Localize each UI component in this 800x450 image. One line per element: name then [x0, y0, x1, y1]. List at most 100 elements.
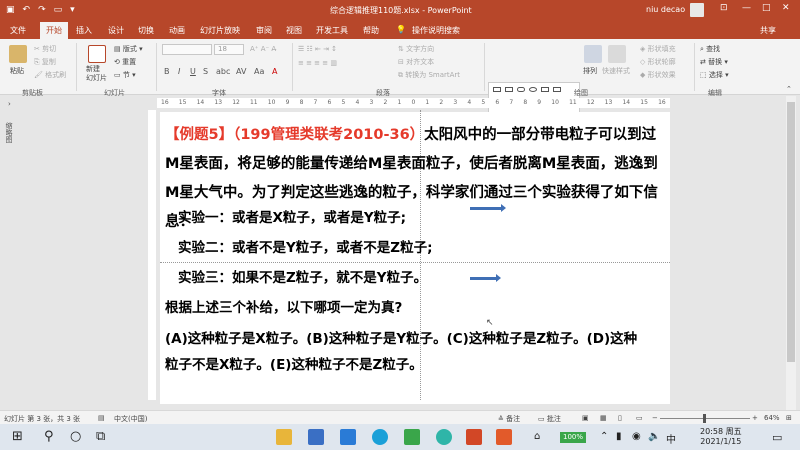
- quick-styles-icon[interactable]: [608, 45, 626, 63]
- rectangle-shape-icon[interactable]: [541, 87, 549, 92]
- tab-design[interactable]: 设计: [108, 25, 124, 36]
- tray-app-icon[interactable]: ◉: [632, 431, 641, 442]
- comments-button[interactable]: ▭ 批注: [538, 414, 561, 424]
- experiment-1[interactable]: 实验一：或者是X粒子，或者是Y粒子;: [178, 206, 406, 226]
- layout-button[interactable]: ▤ 版式 ▾: [114, 44, 143, 54]
- tab-review[interactable]: 审阅: [256, 25, 272, 36]
- bullets-icon[interactable]: ☰ ☷ ⇤ ⇥ ↕: [298, 45, 337, 53]
- align-text-button[interactable]: ⊟ 对齐文本: [398, 57, 434, 67]
- underline-button[interactable]: U: [190, 67, 196, 76]
- reading-view-icon[interactable]: ▯: [618, 414, 622, 422]
- font-name-combo[interactable]: [162, 44, 212, 55]
- replace-button[interactable]: ⇄ 替换 ▾: [700, 57, 728, 67]
- file-explorer-icon[interactable]: [276, 429, 292, 445]
- zoom-level[interactable]: 64%: [764, 414, 780, 422]
- slide-sorter-icon[interactable]: ▦: [600, 414, 607, 422]
- thumbnail-pane[interactable]: ›: [0, 96, 20, 410]
- tab-transitions[interactable]: 切换: [138, 25, 154, 36]
- smartart-button[interactable]: ⧉ 转换为 SmartArt: [398, 70, 460, 80]
- format-painter-button[interactable]: 🖌 格式刷: [34, 70, 66, 80]
- arrow-shape[interactable]: [470, 274, 501, 282]
- app-icon[interactable]: [496, 429, 512, 445]
- options-line-1[interactable]: (A)这种粒子是X粒子。(B)这种粒子是Y粒子。(C)这种粒子是Z粒子。(D)这…: [165, 327, 637, 347]
- maximize-icon[interactable]: □: [762, 3, 771, 13]
- normal-view-icon[interactable]: ▣: [582, 414, 589, 422]
- new-slide-icon[interactable]: [88, 45, 106, 63]
- tab-animations[interactable]: 动画: [169, 25, 185, 36]
- save-icon[interactable]: ▣: [6, 4, 15, 16]
- question-text[interactable]: 根据上述三个补给，以下哪项一定为真?: [165, 296, 402, 316]
- arrange-icon[interactable]: [584, 45, 602, 63]
- tray-chevron-icon[interactable]: ⌃: [600, 431, 608, 442]
- shadow-button[interactable]: S: [203, 67, 208, 76]
- close-icon[interactable]: ✕: [782, 3, 790, 13]
- notification-icon[interactable]: ▭: [772, 431, 782, 444]
- copy-button[interactable]: ⎘ 复制: [34, 57, 56, 67]
- bold-button[interactable]: B: [164, 67, 170, 76]
- slideshow-icon[interactable]: ▭: [636, 414, 643, 422]
- zoom-in-icon[interactable]: +: [752, 414, 758, 422]
- arrange-button[interactable]: 排列: [583, 66, 597, 76]
- browser-icon[interactable]: [404, 429, 420, 445]
- customize-qat-icon[interactable]: ▾: [70, 4, 75, 16]
- vertical-scrollbar[interactable]: [786, 96, 796, 410]
- tab-insert[interactable]: 插入: [76, 25, 92, 36]
- tab-home[interactable]: 开始: [40, 22, 68, 39]
- tab-file[interactable]: 文件: [10, 25, 26, 36]
- mail-icon[interactable]: [340, 429, 356, 445]
- zoom-slider-thumb[interactable]: [703, 414, 706, 423]
- expand-thumbnails-icon[interactable]: ›: [8, 100, 11, 108]
- input-method-icon[interactable]: 中: [666, 431, 676, 446]
- reset-button[interactable]: ⟲ 重置: [114, 57, 136, 67]
- select-button[interactable]: ⬚ 选择 ▾: [700, 70, 729, 80]
- find-button[interactable]: ⌕ 查找: [700, 44, 720, 54]
- paste-button[interactable]: 粘贴: [10, 66, 24, 76]
- language[interactable]: 中文(中国): [114, 414, 147, 424]
- task-view-icon[interactable]: ⧉: [96, 429, 105, 444]
- new-slide-button[interactable]: 新建 幻灯片: [86, 65, 107, 83]
- tell-me-search[interactable]: 操作说明搜索: [412, 25, 460, 36]
- share-button[interactable]: 共享: [760, 25, 776, 36]
- collapse-ribbon-icon[interactable]: ⌃: [786, 85, 792, 93]
- tab-help[interactable]: 帮助: [363, 25, 379, 36]
- present-icon[interactable]: ▭: [54, 4, 63, 16]
- experiment-3[interactable]: 实验三：如果不是Z粒子，就不是Y粒子。: [178, 266, 427, 286]
- rectangle-shape-icon[interactable]: [505, 87, 513, 92]
- rectangle-shape-icon[interactable]: [553, 87, 561, 92]
- oval-shape-icon[interactable]: [529, 87, 537, 92]
- italic-button[interactable]: I: [178, 67, 180, 76]
- text-direction-button[interactable]: ⇅ 文字方向: [398, 44, 434, 54]
- char-spacing-button[interactable]: AV: [236, 67, 246, 76]
- cortana-icon[interactable]: ○: [70, 429, 81, 444]
- fit-slide-icon[interactable]: ⊞: [786, 414, 792, 422]
- tab-view[interactable]: 视图: [286, 25, 302, 36]
- scrollbar-thumb[interactable]: [787, 102, 795, 362]
- quick-styles-button[interactable]: 快速样式: [602, 66, 630, 76]
- store-icon[interactable]: [308, 429, 324, 445]
- paste-icon[interactable]: [9, 45, 27, 63]
- shape-outline-button[interactable]: ◇ 形状轮廓: [640, 57, 676, 67]
- battery-indicator[interactable]: 100%: [560, 432, 587, 443]
- rounded-rect-shape-icon[interactable]: [517, 87, 525, 92]
- shape-effects-button[interactable]: ◆ 形状效果: [640, 70, 676, 80]
- change-case-button[interactable]: Aa: [254, 67, 264, 76]
- cut-button[interactable]: ✂ 剪切: [34, 44, 56, 54]
- network-icon[interactable]: ▮: [616, 431, 622, 442]
- tab-developer[interactable]: 开发工具: [316, 25, 348, 36]
- experiment-2[interactable]: 实验二：或者不是Y粒子，或者不是Z粒子;: [178, 236, 432, 256]
- zoom-out-icon[interactable]: −: [652, 414, 658, 422]
- user-name[interactable]: niu decao: [646, 5, 685, 14]
- edge-icon[interactable]: [372, 429, 388, 445]
- tray-icon[interactable]: ⌂: [534, 431, 540, 442]
- volume-icon[interactable]: 🔈: [648, 431, 660, 442]
- strikethrough-button[interactable]: abc: [216, 67, 230, 76]
- minimize-icon[interactable]: —: [742, 3, 751, 13]
- redo-icon[interactable]: ↷: [38, 4, 46, 16]
- shape-fill-button[interactable]: ◈ 形状填充: [640, 44, 676, 54]
- windows-start-icon[interactable]: ⊞: [12, 429, 23, 444]
- font-size-combo[interactable]: 18: [214, 44, 244, 55]
- align-icons[interactable]: ≡ ≡ ≡ ≡ ▥: [298, 59, 337, 67]
- powerpoint-icon[interactable]: [466, 429, 482, 445]
- spellcheck-icon[interactable]: ▤: [98, 414, 105, 422]
- app-icon[interactable]: [436, 429, 452, 445]
